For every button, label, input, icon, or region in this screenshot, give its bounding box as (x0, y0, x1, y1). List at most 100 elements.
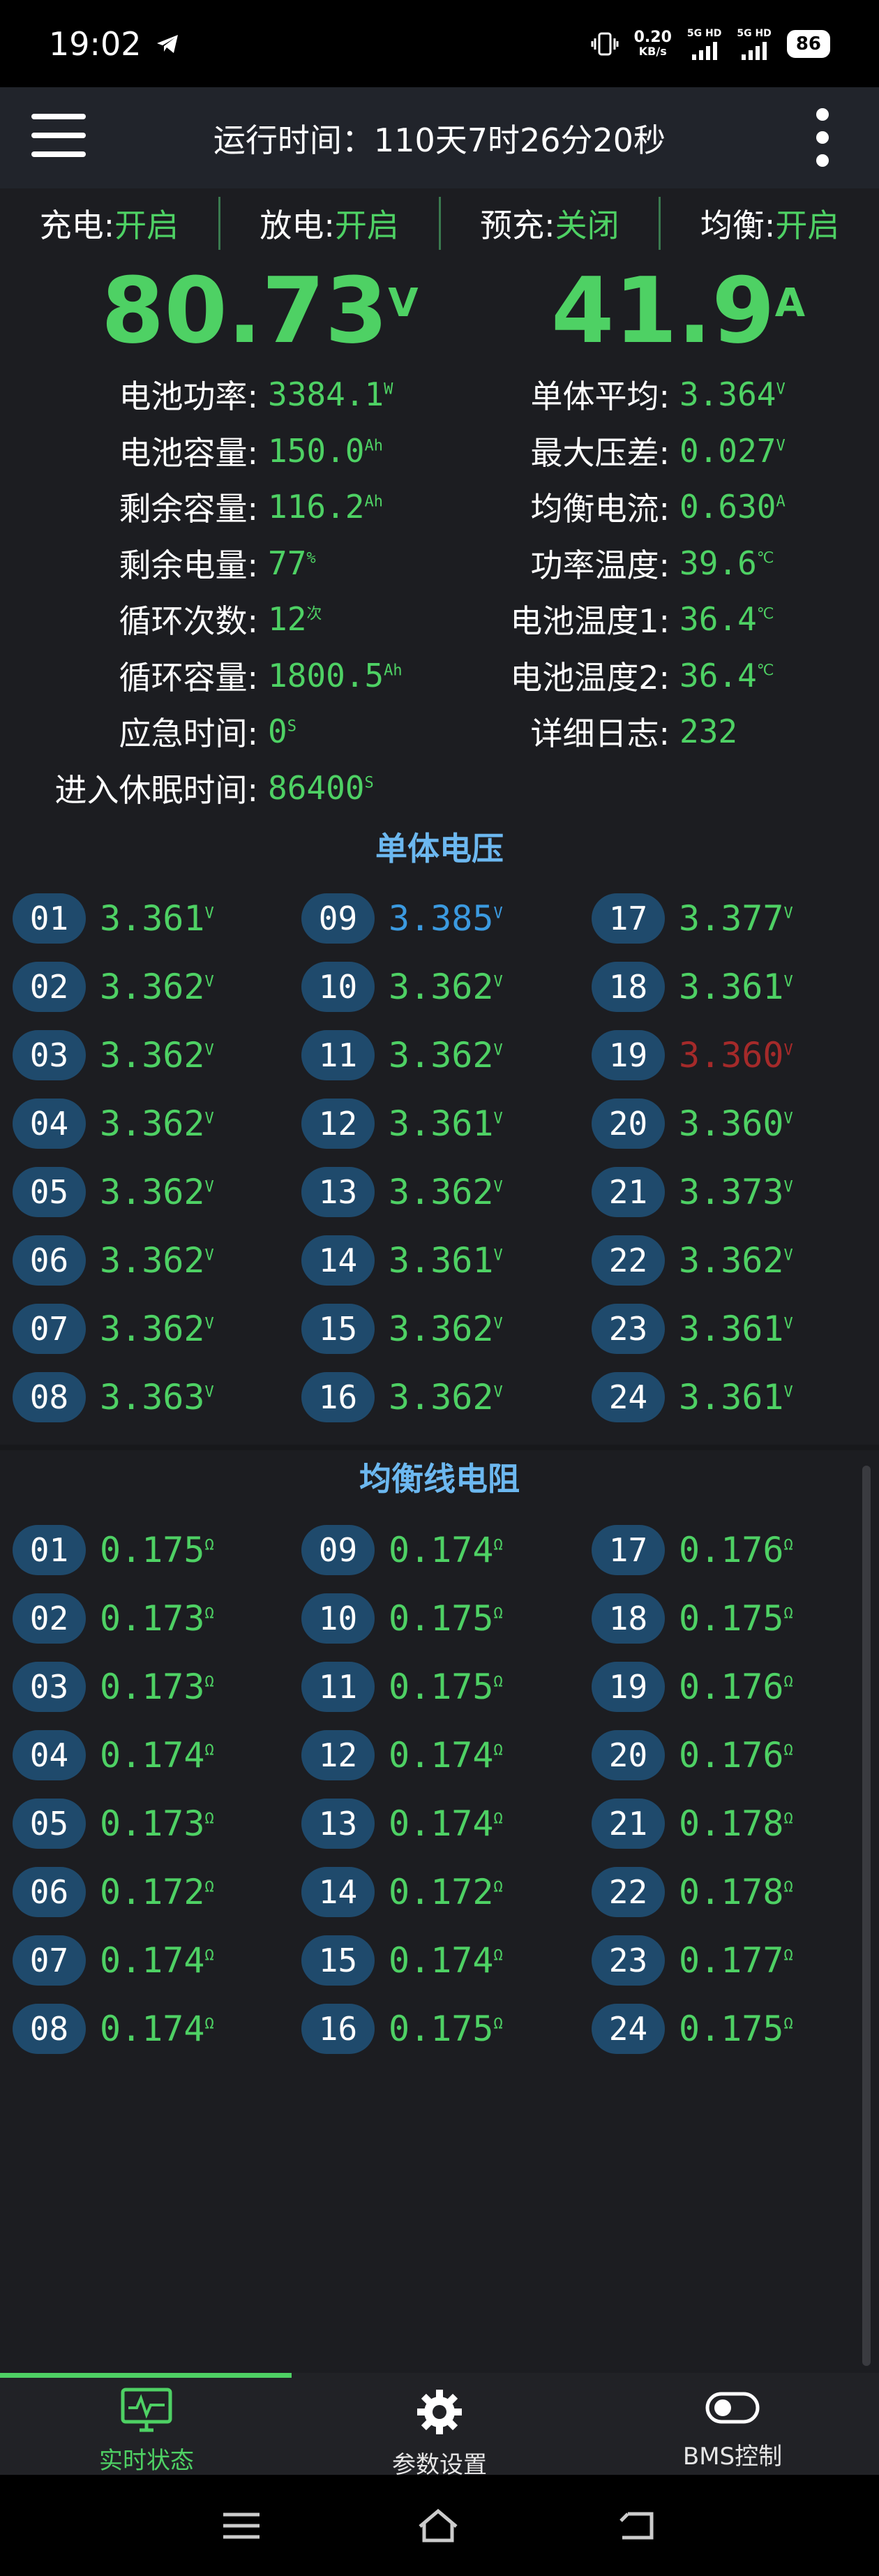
left-metrics: 电池功率: 3384.1W 电池容量: 150.0Ah 剩余容量: 116.2Ah 剩余电量… (21, 366, 403, 816)
metric-row: 均衡电流: 0.630A (474, 479, 786, 535)
cell-value-number: 0.176 (679, 1735, 784, 1775)
cell-number-badge: 14 (301, 1235, 375, 1286)
cell-value-unit: V (204, 1315, 214, 1333)
scrollbar[interactable] (862, 1466, 871, 2366)
more-vertical-icon[interactable] (816, 108, 830, 167)
cell-value-unit: Ω (493, 1605, 503, 1623)
cell-number-badge: 02 (13, 1593, 86, 1644)
metric-value: 116.2Ah (268, 488, 383, 526)
cell-value: 3.362V (389, 1172, 503, 1212)
cell-value-unit: V (204, 973, 214, 991)
cell-item: 08 0.174Ω (13, 2004, 214, 2054)
metric-label: 详细日志: (530, 715, 670, 753)
hamburger-icon[interactable] (31, 114, 86, 160)
cell-item: 03 0.173Ω (13, 1662, 214, 1712)
cell-value-number: 0.172 (389, 1872, 494, 1912)
cell-item: 20 0.176Ω (592, 1730, 793, 1780)
cell-value-number: 0.173 (100, 1667, 205, 1707)
cell-value-unit: V (783, 973, 793, 991)
network-speed-value: 0.20 (633, 28, 672, 46)
cell-value-unit: Ω (783, 1605, 793, 1623)
cell-number-badge: 09 (301, 893, 375, 944)
cell-number-badge: 12 (301, 1099, 375, 1149)
metric-label: 进入休眠时间: (54, 770, 259, 809)
metric-unit: Ah (364, 493, 383, 511)
cell-value: 3.362V (100, 967, 214, 1007)
home-icon[interactable] (416, 2507, 460, 2545)
cell-value: 0.178Ω (679, 1803, 793, 1844)
metric-row: 剩余容量: 116.2Ah (21, 479, 403, 535)
cell-item: 02 0.173Ω (13, 1593, 214, 1644)
metric-unit: % (306, 549, 316, 567)
balance-label: 均衡: (700, 207, 776, 244)
cell-item: 11 3.362V (301, 1030, 503, 1080)
metric-row: 详细日志: 232 (474, 703, 786, 760)
cell-value-number: 0.173 (100, 1598, 205, 1639)
metric-label: 电池温度1: (510, 602, 670, 641)
cell-value-unit: Ω (204, 1673, 214, 1691)
cell-value-unit: Ω (204, 1741, 214, 1759)
switch-status-row: 充电: 开启 放电: 开启 预充: 关闭 均衡: 开启 (0, 188, 879, 258)
tab-bms-control[interactable]: BMS控制 (586, 2387, 879, 2471)
status-icons: 0.20 KB/s 5G HD 5G HD 86 (591, 28, 830, 60)
cell-number-badge: 07 (13, 1935, 86, 1986)
cell-value: 3.362V (100, 1103, 214, 1144)
cell-value-unit: Ω (493, 1741, 503, 1759)
cell-item: 08 3.363V (13, 1372, 214, 1422)
cell-value-number: 0.175 (389, 1598, 494, 1639)
cell-item: 07 0.174Ω (13, 1935, 214, 1986)
cell-value-number: 0.178 (679, 1872, 784, 1912)
cell-number-badge: 24 (592, 2004, 665, 2054)
cell-number-badge: 16 (301, 1372, 375, 1422)
metric-number: 3384.1 (268, 375, 384, 414)
cell-item: 09 3.385V (301, 893, 503, 944)
metric-label: 电池温度2: (510, 658, 670, 697)
cell-number-badge: 22 (592, 1235, 665, 1286)
cell-value: 0.174Ω (100, 2009, 214, 2049)
cell-item: 10 3.362V (301, 962, 503, 1012)
cell-value: 0.174Ω (100, 1735, 214, 1775)
runtime-title: 运行时间：110天7时26分20秒 (213, 121, 666, 159)
cell-item: 18 3.361V (592, 962, 793, 1012)
tab-realtime[interactable]: 实时状态 (0, 2387, 293, 2476)
metric-label: 最大压差: (530, 433, 670, 472)
cell-value-unit: V (493, 904, 503, 923)
cell-number-badge: 13 (301, 1167, 375, 1217)
system-status-bar: 19:02 0.20 KB/s 5G HD 5G HD 86 (0, 0, 879, 87)
cell-value-number: 3.361 (679, 1377, 784, 1417)
cell-item: 21 0.178Ω (592, 1799, 793, 1849)
signal-icon (742, 39, 767, 60)
cell-value: 0.174Ω (389, 1530, 503, 1570)
menu-icon[interactable] (220, 2509, 262, 2543)
discharge-status: 放电: 开启 (220, 197, 441, 250)
metric-number: 150.0 (268, 431, 365, 470)
cell-value-number: 3.362 (100, 967, 205, 1007)
cell-item: 18 0.175Ω (592, 1593, 793, 1644)
cell-value-number: 3.361 (389, 1240, 494, 1281)
metric-label: 循环次数: (119, 602, 259, 641)
cell-value-number: 0.173 (100, 1803, 205, 1844)
cell-value-number: 0.175 (679, 2009, 784, 2049)
cell-value-unit: V (783, 1246, 793, 1265)
cell-value-number: 0.177 (679, 1940, 784, 1981)
cell-value-number: 3.361 (679, 1309, 784, 1349)
cell-number-badge: 01 (13, 1525, 86, 1575)
cell-value: 3.377V (679, 898, 793, 939)
cell-value-number: 3.362 (100, 1035, 205, 1075)
cell-number-badge: 12 (301, 1730, 375, 1780)
signal-icon (691, 39, 717, 60)
cell-item: 02 3.362V (13, 962, 214, 1012)
tab-settings[interactable]: 参数设置 (293, 2387, 586, 2480)
cell-number-badge: 17 (592, 893, 665, 944)
metric-unit: S (287, 717, 296, 736)
cell-number-badge: 23 (592, 1304, 665, 1354)
cell-value-number: 3.362 (100, 1103, 205, 1144)
cell-value: 0.172Ω (389, 1872, 503, 1912)
cell-value-number: 0.178 (679, 1803, 784, 1844)
cell-value-number: 0.175 (679, 1598, 784, 1639)
cell-value-unit: Ω (493, 1536, 503, 1554)
cell-value: 0.175Ω (389, 1667, 503, 1707)
back-icon[interactable] (614, 2507, 659, 2545)
metric-label: 均衡电流: (530, 490, 670, 528)
metric-row: 电池温度2: 36.4℃ (474, 648, 786, 704)
